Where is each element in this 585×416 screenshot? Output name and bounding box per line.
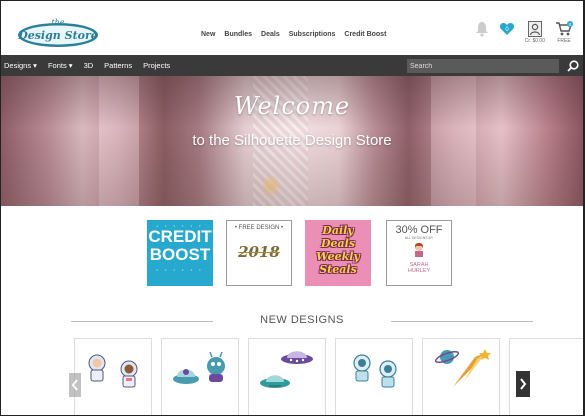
logo-text-main: Design Store bbox=[17, 29, 98, 42]
chevron-left-icon bbox=[71, 379, 78, 391]
top-icons: 0 Cr. $0.00 0 FREE bbox=[475, 21, 573, 44]
carousel-prev-button[interactable] bbox=[69, 373, 81, 397]
promo-weekly-line1: Weekly bbox=[316, 250, 360, 263]
cart-icon: 0 bbox=[556, 21, 573, 36]
divider bbox=[391, 321, 533, 322]
alien-ufo-icon bbox=[173, 351, 225, 384]
promo-free-year: 2018 bbox=[238, 243, 280, 261]
promo-credit-line2: BOOST bbox=[149, 245, 211, 264]
designer-avatar-icon bbox=[415, 243, 423, 257]
search-input[interactable] bbox=[407, 59, 559, 73]
nav-bundles[interactable]: Bundles bbox=[224, 31, 252, 38]
category-projects[interactable]: Projects bbox=[143, 61, 170, 70]
nav-subscriptions[interactable]: Subscriptions bbox=[289, 31, 336, 38]
bell-icon bbox=[475, 22, 488, 37]
design-card-space[interactable] bbox=[422, 338, 500, 415]
nav-deals[interactable]: Deals bbox=[261, 31, 280, 38]
promo-free-label: • FREE DESIGN • bbox=[234, 225, 284, 231]
promo-weekly-line2: Steals bbox=[319, 263, 357, 276]
favorites[interactable]: 0 bbox=[499, 21, 515, 37]
promo-credit-boost[interactable]: • • • • • • CREDIT BOOST • • • • • • bbox=[147, 220, 213, 286]
promo-free-design[interactable]: • FREE DESIGN • 2018 bbox=[226, 220, 292, 286]
nav-new[interactable]: New bbox=[201, 31, 215, 38]
design-card-astronauts[interactable] bbox=[74, 338, 152, 415]
robot-icon bbox=[353, 354, 397, 388]
ufo-saucer-icon bbox=[260, 351, 313, 388]
user-icon bbox=[527, 21, 542, 37]
account-credit: Cr. $0.00 bbox=[524, 38, 545, 44]
notifications[interactable] bbox=[475, 21, 489, 37]
page-frame: the Design Store New Bundles Deals Subsc… bbox=[0, 0, 585, 416]
hero-title: Welcome bbox=[233, 92, 351, 120]
logo-text-the: the bbox=[51, 18, 64, 27]
cart-label: FREE bbox=[557, 38, 571, 44]
promo-sale-name2: HURLEY bbox=[407, 268, 431, 274]
design-card-aliens[interactable] bbox=[161, 338, 239, 415]
account[interactable]: Cr. $0.00 bbox=[525, 21, 545, 44]
category-designs[interactable]: Designs ▾ bbox=[4, 61, 37, 70]
planet-comet-icon bbox=[434, 349, 491, 387]
promo-daily-line2: Deals bbox=[320, 237, 356, 250]
promo-credit-line1: CREDIT bbox=[148, 227, 212, 246]
hero-banner[interactable]: Welcome to the Silhouette Design Store bbox=[1, 76, 583, 206]
design-card-robots[interactable] bbox=[335, 338, 413, 415]
category-patterns[interactable]: Patterns bbox=[104, 61, 132, 70]
promo-designer-sale[interactable]: 30% OFF ALL DESIGNS BY SARAH HURLEY bbox=[386, 220, 452, 286]
promo-dots: • • • • • • bbox=[156, 223, 204, 228]
heart-icon: 0 bbox=[499, 23, 514, 35]
top-bar: the Design Store New Bundles Deals Subsc… bbox=[1, 1, 583, 55]
hero-subtitle: to the Silhouette Design Store bbox=[192, 132, 392, 149]
promo-sale-percent: 30% OFF bbox=[395, 224, 443, 236]
category-3d[interactable]: 3D bbox=[84, 61, 94, 70]
top-nav: New Bundles Deals Subscriptions Credit B… bbox=[201, 31, 395, 38]
design-card-ufos[interactable] bbox=[248, 338, 326, 415]
promo-dots: • • • • • • bbox=[156, 267, 204, 272]
category-nav: Designs ▾ Fonts ▾ 3D Patterns Projects bbox=[1, 55, 583, 76]
promo-daily-line1: Daily bbox=[322, 224, 354, 237]
promo-sale-all: ALL DESIGNS BY bbox=[404, 236, 434, 240]
carousel-next-button[interactable] bbox=[516, 371, 530, 397]
search-icon[interactable] bbox=[566, 59, 580, 73]
chevron-right-icon bbox=[520, 378, 527, 390]
new-designs-header: NEW DESIGNS bbox=[71, 313, 533, 327]
new-designs-title: NEW DESIGNS bbox=[260, 314, 344, 326]
category-fonts[interactable]: Fonts ▾ bbox=[48, 61, 73, 70]
design-store-logo[interactable]: the Design Store bbox=[17, 15, 99, 49]
cart[interactable]: 0 FREE bbox=[555, 21, 573, 44]
promo-daily-deals[interactable]: Daily Deals Weekly Steals bbox=[305, 220, 371, 286]
astronaut-icon bbox=[88, 354, 138, 388]
nav-credit-boost[interactable]: Credit Boost bbox=[344, 31, 386, 38]
